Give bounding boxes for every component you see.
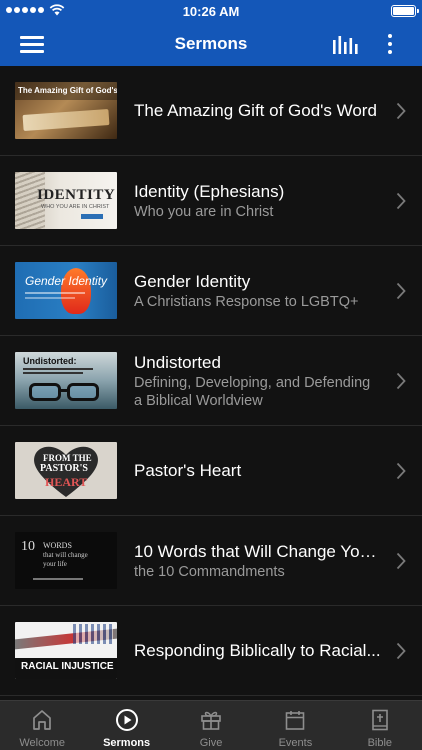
chevron-right-icon [396, 192, 406, 210]
sermon-item-undistorted[interactable]: Undistorted: Undistorted Defining, Devel… [0, 336, 422, 426]
sermon-item-ten-words[interactable]: 10 WORDS that will change your life 10 W… [0, 516, 422, 606]
sermon-list: The Amazing Gift of God's Word The Amazi… [0, 66, 422, 700]
tab-give[interactable]: Give [169, 701, 253, 750]
page-title: Sermons [174, 34, 248, 53]
sermon-subtitle: Who you are in Christ [134, 203, 274, 220]
sermon-item-racial-injustice[interactable]: RACIAL INJUSTICE Responding Biblically t… [0, 606, 422, 696]
sermon-subtitle: A Christians Response to LGBTQ+ [134, 293, 359, 310]
tab-welcome[interactable]: Welcome [0, 701, 84, 750]
chevron-right-icon [396, 642, 406, 660]
sermon-subtitle: Defining, Developing, and Defending a Bi… [134, 374, 371, 409]
sermon-title: Responding Biblically to Racial... [134, 641, 381, 660]
sermon-item-pastors-heart[interactable]: FROM THE PASTOR'S HEART Pastor's Heart [0, 426, 422, 516]
home-icon [33, 710, 52, 730]
sermon-thumbnail: IDENTITY WHO YOU ARE IN CHRIST [15, 172, 117, 229]
sermon-item-amazing-gift[interactable]: The Amazing Gift of God's Word The Amazi… [0, 66, 422, 156]
chevron-right-icon [396, 462, 406, 480]
bible-icon [372, 709, 388, 731]
sermon-thumbnail: Gender Identity [15, 262, 117, 319]
more-vertical-icon[interactable] [382, 32, 398, 56]
audio-bars-icon[interactable] [332, 34, 358, 56]
sermon-thumbnail: The Amazing Gift of God's Word [15, 82, 117, 139]
tab-events[interactable]: Events [253, 701, 337, 750]
status-bar: 10:26 AM [0, 0, 422, 22]
tab-bible[interactable]: Bible [338, 701, 422, 750]
chevron-right-icon [396, 282, 406, 300]
sermon-title: The Amazing Gift of God's Word [134, 101, 377, 120]
sermon-thumbnail: FROM THE PASTOR'S HEART [15, 442, 117, 499]
sermon-title: Gender Identity [134, 271, 251, 291]
tab-sermons[interactable]: Sermons [84, 701, 168, 750]
calendar-icon [286, 711, 305, 730]
chevron-right-icon [396, 102, 406, 120]
chevron-right-icon [396, 552, 406, 570]
gift-icon [201, 711, 221, 730]
sermon-thumbnail: Undistorted: [15, 352, 117, 409]
sermon-item-gender-identity[interactable]: Gender Identity Gender Identity A Christ… [0, 246, 422, 336]
nav-bar: Sermons [0, 22, 422, 66]
status-time: 10:26 AM [182, 4, 240, 19]
battery-icon [391, 5, 419, 17]
sermon-thumbnail: RACIAL INJUSTICE [15, 622, 117, 679]
sermon-item-identity[interactable]: IDENTITY WHO YOU ARE IN CHRIST Identity … [0, 156, 422, 246]
tab-bar: Welcome Sermons Give Events Bible [0, 700, 422, 750]
sermon-title: 10 Words that Will Change You... [134, 541, 382, 561]
sermon-subtitle: the 10 Commandments [134, 563, 285, 580]
play-circle-icon [115, 709, 138, 731]
sermon-title: Identity (Ephesians) [134, 181, 285, 201]
sermon-title: Pastor's Heart [134, 461, 242, 480]
chevron-right-icon [396, 372, 406, 390]
sermon-title: Undistorted [134, 352, 221, 372]
sermon-thumbnail: 10 WORDS that will change your life [15, 532, 117, 589]
